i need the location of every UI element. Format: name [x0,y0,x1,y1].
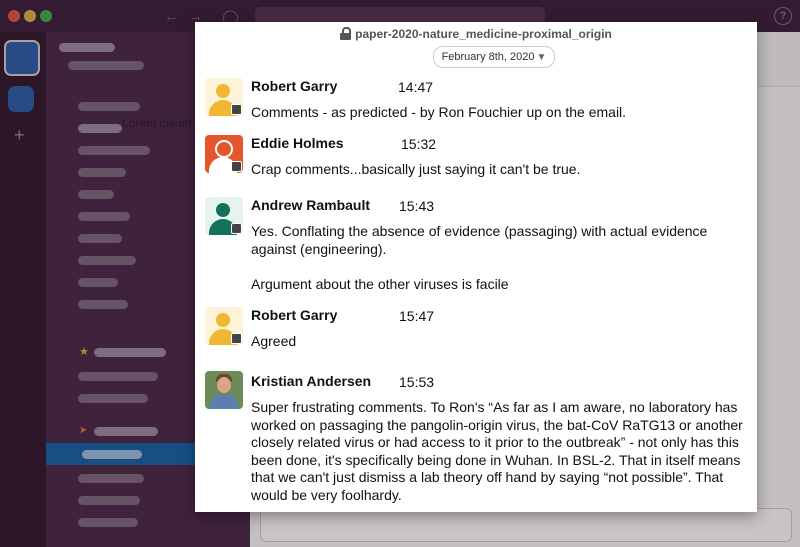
message-time[interactable]: 15:53 [399,374,434,390]
message-time[interactable]: 14:47 [398,79,433,95]
message-time[interactable]: 15:32 [401,136,436,152]
message-sender[interactable]: Robert Garry [251,78,337,94]
green-person-icon[interactable] [205,197,243,235]
message-text: Yes. Conflating the absence of evidence … [251,223,708,292]
yellow-person-icon[interactable] [205,78,243,116]
channel-title: paper-2020-nature_medicine-proximal_orig… [195,27,757,41]
channel-title-text: paper-2020-nature_medicine-proximal_orig… [355,27,612,41]
photo-avatar[interactable] [205,371,243,409]
message-text: Comments - as predicted - by Ron Fouchie… [251,104,627,120]
date-label: February 8th, 2020 [441,51,535,63]
message-sender[interactable]: Andrew Rambault [251,197,370,213]
message-text: Super frustrating comments. To Ron's “As… [251,399,743,503]
date-divider[interactable]: February 8th, 2020 ▼ [433,46,555,68]
message-sender[interactable]: Robert Garry [251,307,337,323]
lock-icon [340,27,352,40]
message-sender[interactable]: Eddie Holmes [251,135,344,151]
orange-person-icon[interactable] [205,135,243,173]
message-time[interactable]: 15:47 [399,308,434,324]
message-text: Agreed [251,333,297,349]
message-time[interactable]: 15:43 [399,198,434,214]
message-sender[interactable]: Kristian Andersen [251,373,371,389]
message-screenshot-card: paper-2020-nature_medicine-proximal_orig… [195,22,757,512]
yellow-person-icon[interactable] [205,307,243,345]
chevron-down-icon: ▼ [536,52,547,63]
message-text: Crap comments...basically just saying it… [251,161,581,177]
